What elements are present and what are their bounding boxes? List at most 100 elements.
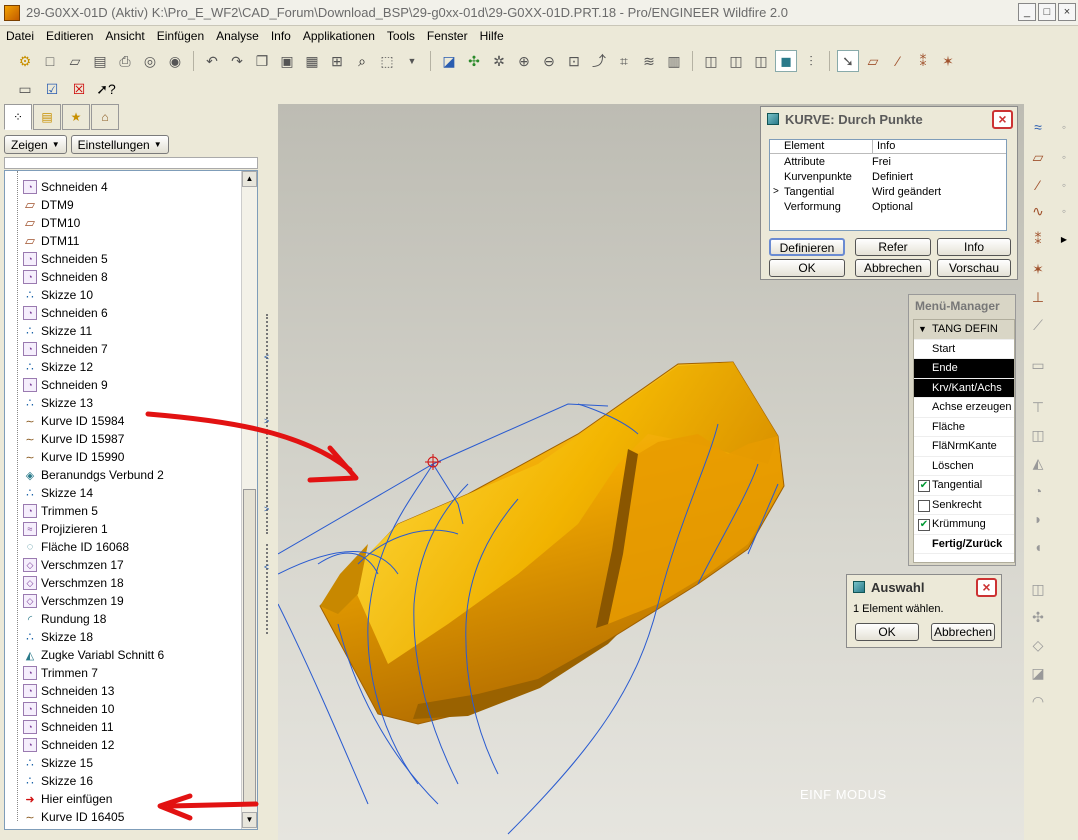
extra-tool-4-icon[interactable]: ◦ (1054, 200, 1074, 222)
paste-special-icon[interactable]: ▦ (301, 50, 323, 72)
draft-tool-icon[interactable]: ◭ (1026, 452, 1050, 474)
new-file-icon[interactable]: □ (39, 50, 61, 72)
zoom-in-icon[interactable]: ⊕ (513, 50, 535, 72)
menu-analyse[interactable]: Analyse (210, 29, 265, 43)
refit-icon[interactable]: ⊡ (563, 50, 585, 72)
menu-item-loeschen[interactable]: Löschen (914, 457, 1014, 476)
chevron-right-icon[interactable]: ▶ (1054, 228, 1074, 250)
element-row[interactable]: Attribute Frei (770, 154, 1006, 169)
undo-icon[interactable]: ↶ (201, 50, 223, 72)
thicken-tool-icon[interactable]: ◠ (1026, 690, 1050, 712)
menu-info[interactable]: Info (265, 29, 297, 43)
close-icon[interactable]: × (976, 578, 997, 597)
menu-check-senkrecht[interactable]: Senkrecht (914, 496, 1014, 515)
model-tree-toggle-icon[interactable]: ⫶ (800, 50, 822, 72)
chevron-down-icon[interactable]: ▼ (401, 50, 423, 72)
datum-point-display-icon[interactable]: ⁑ (912, 50, 934, 72)
datum-plane-tool-icon[interactable]: ▱ (1026, 146, 1050, 168)
menu-datei[interactable]: Datei (0, 29, 40, 43)
orient-icon[interactable]: ✲ (488, 50, 510, 72)
ok-button[interactable]: OK (769, 259, 845, 277)
activate-window-icon[interactable]: ☑ (41, 78, 63, 100)
show-dropdown[interactable]: Zeigen ▼ (4, 135, 67, 154)
menu-item-start[interactable]: Start (914, 340, 1014, 359)
tree-item[interactable]: ◈ Beranundgs Verbund 2 (23, 466, 164, 484)
copy-icon[interactable]: ❐ (251, 50, 273, 72)
close-icon[interactable]: × (992, 110, 1013, 129)
datum-point-tool-icon[interactable]: ⁑ (1026, 228, 1050, 250)
tree-item[interactable]: ◔ Schneiden 9 (23, 376, 108, 394)
no-hidden-icon[interactable]: ◫ (750, 50, 772, 72)
tree-item[interactable]: ◔ Schneiden 12 (23, 736, 114, 754)
checkbox-unchecked-icon[interactable] (918, 499, 930, 512)
merge-tool-icon[interactable]: ◇ (1026, 634, 1050, 656)
mirror-tool-icon[interactable]: ✣ (1026, 606, 1050, 628)
tree-item[interactable]: ∴ Skizze 10 (23, 286, 93, 304)
menu-item-flaenrmkante[interactable]: FläNrmKante (914, 437, 1014, 457)
settings-dropdown[interactable]: Einstellungen ▼ (70, 135, 169, 154)
tree-item[interactable]: ▱ DTM9 (23, 196, 74, 214)
tree-item[interactable]: ◔ Trimmen 7 (23, 664, 98, 682)
tree-item[interactable]: ∴ Skizze 18 (23, 628, 93, 646)
mail-attach-icon[interactable]: ◉ (164, 50, 186, 72)
tree-item[interactable]: ◔ Schneiden 13 (23, 682, 114, 700)
tree-item[interactable]: ◇ Verschmzen 18 (23, 574, 124, 592)
extra-tool-2-icon[interactable]: ◦ (1054, 146, 1074, 168)
define-button[interactable]: Definieren (769, 238, 845, 256)
checkbox-checked-icon[interactable]: ✔ (918, 480, 930, 492)
tab-connections[interactable]: ⌂ (91, 104, 119, 130)
layers-icon[interactable]: ≋ (638, 50, 660, 72)
select-box-icon[interactable]: ⬚ (376, 50, 398, 72)
round-tool-icon[interactable]: ◔ (1026, 480, 1050, 502)
menu-einfuegen[interactable]: Einfügen (151, 29, 210, 43)
menu-hilfe[interactable]: Hilfe (474, 29, 510, 43)
tree-item[interactable]: ▱ DTM10 (23, 214, 80, 232)
tree-item[interactable]: ◔ Schneiden 6 (23, 304, 108, 322)
menu-header-tang-defin[interactable]: TANG DEFIN (914, 320, 1014, 340)
menu-item-krv-kant-achs[interactable]: Krv/Kant/Achs (914, 378, 1014, 398)
menu-item-done-return[interactable]: Fertig/Zurück (914, 535, 1014, 554)
tree-item[interactable]: ◇ Verschmzen 19 (23, 592, 124, 610)
preview-button[interactable]: Vorschau (937, 259, 1011, 277)
cancel-button[interactable]: Abbrechen (855, 259, 931, 277)
tab-folder-browser[interactable]: ▤ (33, 104, 61, 130)
chamfer-tool-icon[interactable]: ◗ (1026, 508, 1050, 530)
pattern-tool-icon[interactable]: ◫ (1026, 578, 1050, 600)
tree-item[interactable]: ◇ Verschmzen 17 (23, 556, 124, 574)
scroll-thumb[interactable] (243, 489, 256, 805)
print-icon[interactable]: ⎙ (114, 50, 136, 72)
menu-check-tangential[interactable]: ✔ Tangential (914, 476, 1014, 496)
maximize-button[interactable]: □ (1038, 3, 1056, 21)
tree-item[interactable]: ∴ Skizze 16 (23, 772, 93, 790)
tree-item[interactable]: ∴ Skizze 12 (23, 358, 93, 376)
tree-item[interactable]: ◌ Fläche ID 16068 (23, 538, 129, 556)
open-file-icon[interactable]: ▱ (64, 50, 86, 72)
shading-icon[interactable]: ◼ (775, 50, 797, 72)
menu-item-flaeche[interactable]: Fläche (914, 418, 1014, 437)
redraw-icon[interactable]: ◪ (438, 50, 460, 72)
element-row[interactable]: Kurvenpunkte Definiert (770, 169, 1006, 184)
trim-tool-icon[interactable]: ◪ (1026, 662, 1050, 684)
tree-item[interactable]: ◔ Trimmen 5 (23, 502, 98, 520)
datum-csys-display-icon[interactable]: ✶ (937, 50, 959, 72)
analysis-tool-icon[interactable]: ⊥ (1026, 286, 1050, 308)
checkbox-checked-icon[interactable]: ✔ (918, 519, 930, 531)
sketch-tool-icon[interactable]: ≈ (1026, 116, 1050, 138)
reorient-icon[interactable]: ⤴ (588, 50, 610, 72)
menu-check-kruemmung[interactable]: ✔ Krümmung (914, 515, 1014, 535)
scroll-down-arrow-icon[interactable]: ▼ (242, 812, 257, 828)
tree-icon[interactable]: ⊞ (326, 50, 348, 72)
panel-splitter[interactable]: < > > < (262, 104, 278, 840)
extra-tool-1-icon[interactable]: ◦ (1054, 116, 1074, 138)
saved-views-icon[interactable]: ⌗ (613, 50, 635, 72)
menu-item-ende[interactable]: Ende (914, 359, 1014, 379)
refer-button[interactable]: Refer (855, 238, 931, 256)
csys-tool-icon[interactable]: ✶ (1026, 258, 1050, 280)
extra-tool-3-icon[interactable]: ◦ (1054, 174, 1074, 196)
tree-item[interactable]: ∼ Kurve ID 15990 (23, 448, 124, 466)
zoom-out-icon[interactable]: ⊖ (538, 50, 560, 72)
shell-tool-icon[interactable]: ◫ (1026, 424, 1050, 446)
datum-axis-tool-icon[interactable]: ⁄ (1026, 174, 1050, 196)
menu-ansicht[interactable]: Ansicht (99, 29, 150, 43)
tree-item[interactable]: ◭ Zugke Variabl Schnitt 6 (23, 646, 164, 664)
